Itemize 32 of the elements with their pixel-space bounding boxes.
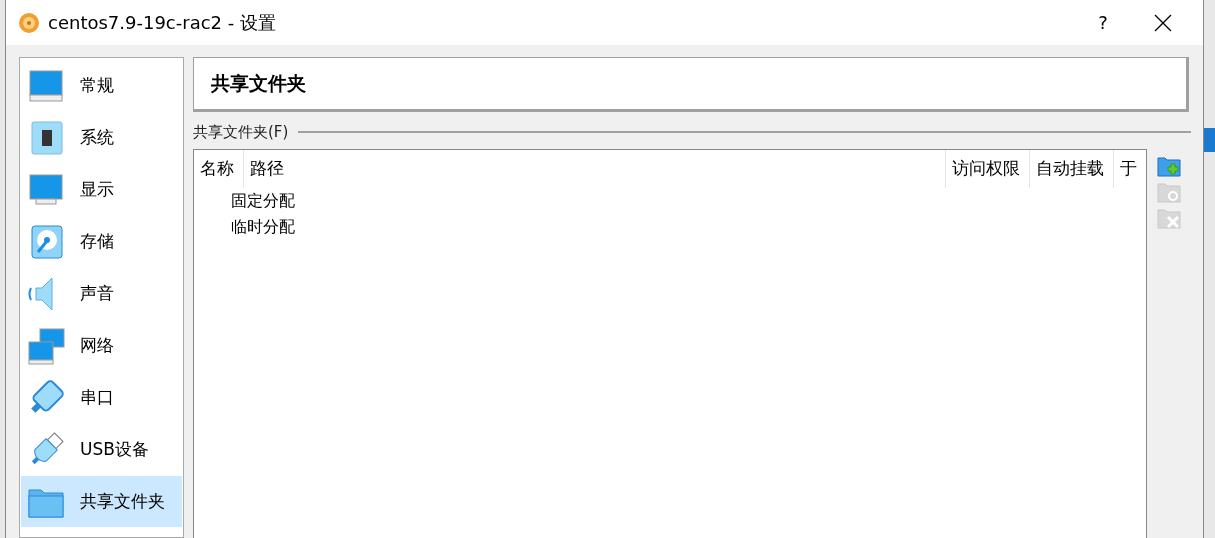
column-header[interactable]: 名称: [194, 150, 244, 188]
sidebar-item[interactable]: USB设备: [21, 424, 182, 475]
sidebar-item[interactable]: 存储: [21, 216, 182, 267]
sidebar-item[interactable]: 串口: [21, 372, 182, 423]
sidebar-item[interactable]: 系统: [21, 112, 182, 163]
column-header[interactable]: 访问权限: [946, 150, 1030, 188]
tree-item[interactable]: 临时分配: [194, 214, 295, 240]
sidebar-label: 系统: [80, 125, 114, 149]
sidebar-label: 存储: [80, 229, 114, 253]
group-label: 共享文件夹(F): [193, 121, 289, 143]
sidebar-label: 声音: [80, 281, 114, 305]
close-icon: [1154, 13, 1172, 32]
sidebar-label: 常规: [80, 73, 114, 97]
sidebar-item[interactable]: 声音: [21, 268, 182, 319]
page-title: 共享文件夹: [211, 71, 306, 97]
column-header[interactable]: 自动挂载: [1030, 150, 1114, 188]
sidebar-item[interactable]: 常规: [21, 60, 182, 111]
sidebar-item[interactable]: 显示: [21, 164, 182, 215]
network-icon: [26, 325, 66, 366]
window-title: centos7.9-19c-rac2 - 设置: [48, 11, 276, 35]
sidebar-label: 显示: [80, 177, 114, 201]
sidebar-label: USB设备: [80, 437, 149, 461]
background-window-edge: [1204, 128, 1215, 152]
tree-item[interactable]: 固定分配: [194, 188, 295, 214]
sidebar-item[interactable]: 共享文件夹: [21, 476, 182, 527]
sidebar-label: 串口: [80, 385, 114, 409]
sidebar-item[interactable]: 网络: [21, 320, 182, 371]
sidebar-label: 网络: [80, 333, 114, 357]
help-button[interactable]: ?: [1083, 2, 1123, 43]
column-header[interactable]: 路径: [244, 150, 946, 188]
sidebar-label: 共享文件夹: [80, 489, 165, 513]
column-header[interactable]: 于: [1114, 150, 1146, 188]
